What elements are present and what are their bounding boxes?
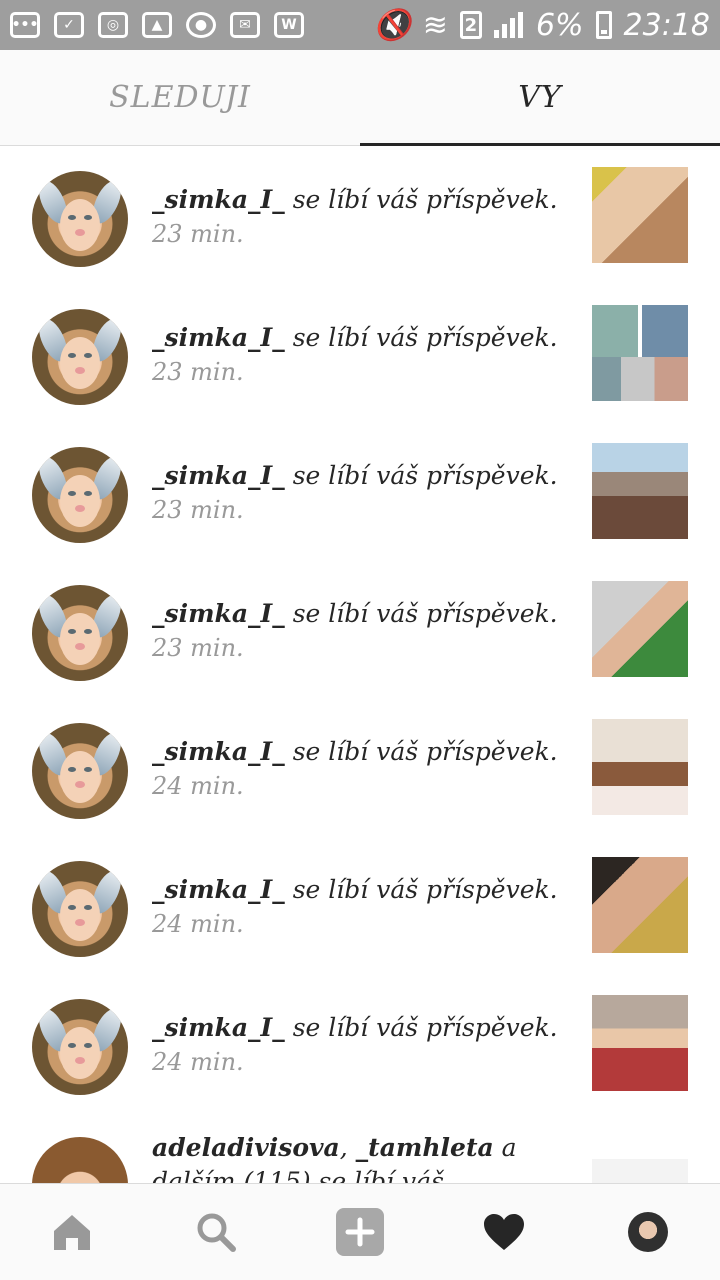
notification-item[interactable]: _simka_I_ se líbí váš příspěvek. 23 min. [0, 561, 720, 699]
timestamp: 23 min. [152, 220, 244, 248]
file-check-icon: ✓ [54, 12, 84, 38]
activity-tabs: SLEDUJI VY [0, 50, 720, 146]
username-link[interactable]: adeladivisova [152, 1133, 340, 1162]
tab-you[interactable]: VY [360, 50, 720, 146]
nav-add-post[interactable] [324, 1196, 396, 1268]
notification-text: _simka_I_ se líbí váš příspěvek. 24 min. [152, 1011, 572, 1079]
post-thumbnail[interactable] [592, 581, 688, 677]
nav-search[interactable] [180, 1196, 252, 1268]
post-thumbnail[interactable] [592, 719, 688, 815]
nav-profile[interactable] [612, 1196, 684, 1268]
username-link[interactable]: _simka_I_ [152, 461, 285, 490]
action-text: se líbí váš příspěvek. [292, 737, 558, 766]
notification-text: _simka_I_ se líbí váš příspěvek. 24 min. [152, 873, 572, 941]
user-avatar[interactable] [32, 585, 128, 681]
user-avatar[interactable] [32, 447, 128, 543]
notification-item[interactable]: _simka_I_ se líbí váš příspěvek. 23 min. [0, 285, 720, 423]
action-text: dalším (115) se líbí váš [152, 1167, 444, 1183]
nav-activity[interactable] [468, 1196, 540, 1268]
notification-text: _simka_I_ se líbí váš příspěvek. 23 min. [152, 321, 572, 389]
post-thumbnail[interactable] [592, 167, 688, 263]
notification-icons: ••• ✓ ◎ ▲ ● ✉ W [10, 12, 304, 38]
bottom-navigation [0, 1183, 720, 1280]
username-link[interactable]: _simka_I_ [152, 737, 285, 766]
tab-following[interactable]: SLEDUJI [0, 50, 360, 145]
action-text: se líbí váš příspěvek. [292, 461, 558, 490]
notification-item[interactable]: _simka_I_ se líbí váš příspěvek. 23 min. [0, 147, 720, 285]
notification-item[interactable]: _simka_I_ se líbí váš příspěvek. 23 min. [0, 423, 720, 561]
timestamp: 24 min. [152, 910, 244, 938]
username-link[interactable]: _simka_I_ [152, 875, 285, 904]
notification-text: _simka_I_ se líbí váš příspěvek. 23 min. [152, 459, 572, 527]
notification-item[interactable]: _simka_I_ se líbí váš příspěvek. 24 min. [0, 975, 720, 1113]
username-link[interactable]: _simka_I_ [152, 599, 285, 628]
signal-icon [493, 12, 524, 38]
notification-item[interactable]: adeladivisova, _tamhleta a dalším (115) … [0, 1113, 720, 1183]
conjunction: a [501, 1133, 517, 1162]
action-text: se líbí váš příspěvek. [292, 599, 558, 628]
action-text: se líbí váš příspěvek. [292, 1013, 558, 1042]
notification-item[interactable]: _simka_I_ se líbí váš příspěvek. 24 min. [0, 699, 720, 837]
user-avatar[interactable] [32, 171, 128, 267]
timestamp: 23 min. [152, 634, 244, 662]
search-icon [197, 1213, 236, 1252]
home-icon [54, 1215, 90, 1250]
notification-text: _simka_I_ se líbí váš příspěvek. 24 min. [152, 735, 572, 803]
username-link[interactable]: _simka_I_ [152, 323, 285, 352]
username-link[interactable]: _simka_I_ [152, 185, 285, 214]
sim-slot-indicator: 2 [459, 11, 482, 39]
timestamp: 24 min. [152, 772, 244, 800]
post-thumbnail[interactable] [592, 995, 688, 1091]
username-link[interactable]: _simka_I_ [152, 1013, 285, 1042]
username-link[interactable]: _tamhleta [356, 1133, 494, 1162]
timestamp: 23 min. [152, 358, 244, 386]
separator: , [339, 1133, 348, 1162]
activity-heart-icon [484, 1214, 524, 1250]
action-text: se líbí váš příspěvek. [292, 185, 558, 214]
wechat-icon: ● [186, 12, 216, 38]
timestamp: 23 min. [152, 496, 244, 524]
battery-percent: 6% [535, 7, 584, 43]
nav-home[interactable] [36, 1196, 108, 1268]
gallery-icon: ▲ [142, 12, 172, 38]
user-avatar[interactable] [32, 999, 128, 1095]
status-right: 🔇 ≋ 2 6% 23:18 [373, 8, 710, 43]
user-avatar[interactable] [32, 861, 128, 957]
add-post-icon [336, 1208, 384, 1256]
user-avatar[interactable] [32, 1137, 128, 1183]
w-app-icon: W [274, 12, 304, 38]
battery-icon [595, 11, 612, 39]
user-avatar[interactable] [32, 723, 128, 819]
timestamp: 24 min. [152, 1048, 244, 1076]
post-thumbnail[interactable] [592, 443, 688, 539]
notification-text: _simka_I_ se líbí váš příspěvek. 23 min. [152, 183, 572, 251]
wifi-icon: ≋ [422, 7, 448, 43]
post-thumbnail[interactable] [592, 305, 688, 401]
notification-text: adeladivisova, _tamhleta a dalším (115) … [152, 1131, 572, 1183]
profile-avatar [628, 1212, 668, 1252]
post-thumbnail[interactable] [592, 1159, 688, 1183]
action-text: se líbí váš příspěvek. [292, 875, 558, 904]
notification-text: _simka_I_ se líbí váš příspěvek. 23 min. [152, 597, 572, 665]
clock: 23:18 [623, 7, 710, 43]
action-text: se líbí váš příspěvek. [292, 323, 558, 352]
mail-icon: ✉ [230, 12, 260, 38]
notification-list: _simka_I_ se líbí váš příspěvek. 23 min.… [0, 147, 720, 1183]
status-bar: ••• ✓ ◎ ▲ ● ✉ W 🔇 ≋ 2 6% 23:18 [0, 0, 720, 50]
messages-icon: ••• [10, 12, 40, 38]
notification-item[interactable]: _simka_I_ se líbí váš příspěvek. 24 min. [0, 837, 720, 975]
user-avatar[interactable] [32, 309, 128, 405]
instagram-icon: ◎ [98, 12, 128, 38]
mute-icon: 🔇 [373, 7, 411, 43]
post-thumbnail[interactable] [592, 857, 688, 953]
